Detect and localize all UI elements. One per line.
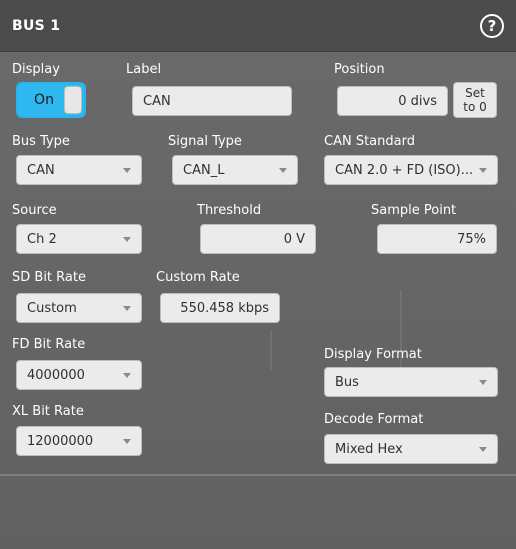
chevron-down-icon — [479, 167, 488, 173]
set-to-zero-button[interactable]: Set to 0 — [453, 82, 497, 118]
label-field-label: Label — [126, 62, 162, 77]
xl-bit-rate-label: XL Bit Rate — [12, 404, 84, 419]
xl-bit-rate-value: 12000000 — [27, 433, 94, 449]
source-label: Source — [12, 203, 57, 218]
chevron-down-icon — [123, 305, 131, 311]
fd-bit-rate-value: 4000000 — [27, 367, 85, 383]
position-value: 0 divs — [398, 93, 437, 109]
display-format-label: Display Format — [324, 347, 422, 362]
sample-point-label: Sample Point — [371, 203, 457, 218]
decode-format-value: Mixed Hex — [335, 441, 403, 457]
bus-type-label: Bus Type — [12, 134, 70, 149]
custom-rate-input[interactable]: 550.458 kbps — [160, 293, 280, 323]
title-bar: BUS 1 ? — [0, 0, 516, 52]
can-standard-dropdown[interactable]: CAN 2.0 + FD (ISO)... — [324, 155, 498, 185]
sd-bit-rate-dropdown[interactable]: Custom — [16, 293, 142, 323]
chevron-down-icon — [123, 167, 131, 173]
source-value: Ch 2 — [27, 231, 57, 247]
toggle-knob — [64, 86, 82, 114]
position-input[interactable]: 0 divs — [337, 86, 448, 116]
bus-type-value: CAN — [27, 162, 55, 178]
decode-format-label: Decode Format — [324, 412, 424, 427]
can-standard-value: CAN 2.0 + FD (ISO)... — [335, 162, 474, 178]
chevron-down-icon — [479, 446, 487, 452]
display-label: Display — [12, 62, 60, 77]
background-trace-edge — [270, 330, 272, 370]
fd-bit-rate-dropdown[interactable]: 4000000 — [16, 360, 142, 390]
signal-type-value: CAN_L — [183, 162, 225, 178]
background-trace-line — [0, 474, 516, 476]
signal-type-dropdown[interactable]: CAN_L — [172, 155, 298, 185]
sd-bit-rate-label: SD Bit Rate — [12, 270, 86, 285]
source-dropdown[interactable]: Ch 2 — [16, 224, 142, 254]
panel-title: BUS 1 — [12, 17, 61, 34]
set-button-line-1: Set — [465, 86, 485, 100]
custom-rate-label: Custom Rate — [156, 270, 240, 285]
sample-point-value: 75% — [457, 231, 486, 247]
label-input-value: CAN — [143, 93, 171, 109]
xl-bit-rate-dropdown[interactable]: 12000000 — [16, 426, 142, 456]
sample-point-input[interactable]: 75% — [377, 224, 497, 254]
fd-bit-rate-label: FD Bit Rate — [12, 337, 86, 352]
display-format-value: Bus — [335, 374, 359, 390]
display-toggle-value: On — [34, 92, 54, 108]
set-button-line-2: to 0 — [463, 100, 487, 114]
position-label: Position — [334, 62, 385, 77]
bus-config-panel: BUS 1 ? Display On Label CAN Position 0 … — [0, 0, 516, 549]
display-toggle[interactable]: On — [16, 82, 86, 118]
bus-type-dropdown[interactable]: CAN — [16, 155, 142, 185]
threshold-label: Threshold — [197, 203, 262, 218]
chevron-down-icon — [123, 438, 131, 444]
custom-rate-value: 550.458 kbps — [180, 300, 269, 316]
sd-bit-rate-value: Custom — [27, 300, 77, 316]
chevron-down-icon — [479, 379, 487, 385]
decode-format-dropdown[interactable]: Mixed Hex — [324, 434, 498, 464]
label-input[interactable]: CAN — [132, 86, 292, 116]
chevron-down-icon — [123, 236, 131, 242]
display-format-dropdown[interactable]: Bus — [324, 367, 498, 397]
chevron-down-icon — [123, 372, 131, 378]
signal-type-label: Signal Type — [168, 134, 242, 149]
threshold-input[interactable]: 0 V — [200, 224, 316, 254]
can-standard-label: CAN Standard — [324, 134, 415, 149]
question-circle-icon[interactable]: ? — [480, 13, 504, 38]
threshold-value: 0 V — [283, 231, 305, 247]
chevron-down-icon — [279, 167, 287, 173]
